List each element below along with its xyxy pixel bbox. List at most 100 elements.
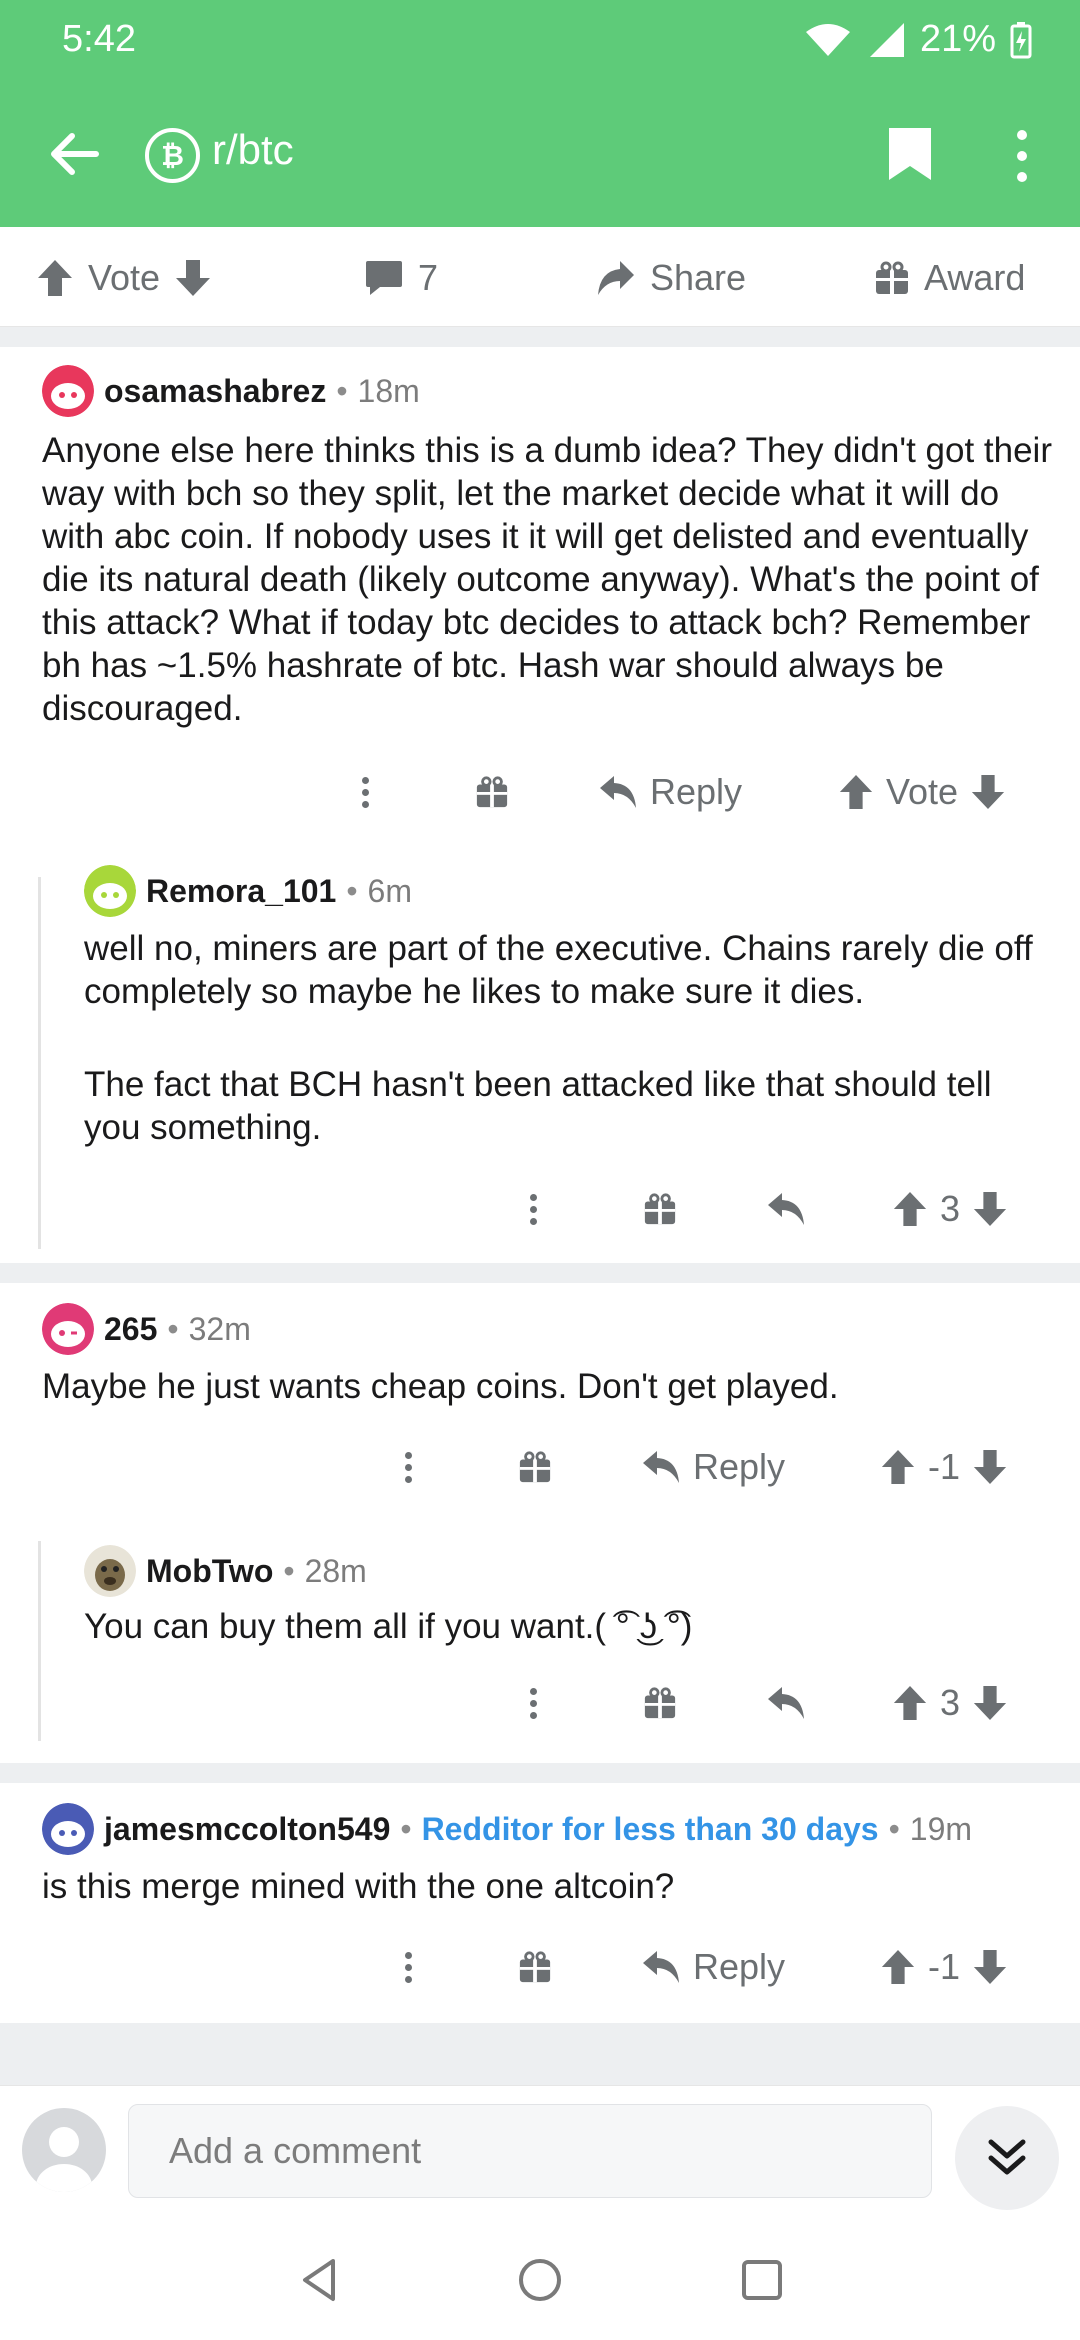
- upvote-icon[interactable]: [892, 1684, 928, 1722]
- award-button[interactable]: [518, 1437, 552, 1497]
- avatar[interactable]: [42, 365, 94, 417]
- downvote-icon[interactable]: [970, 773, 1006, 811]
- award-button[interactable]: [518, 1937, 552, 1997]
- nav-home-icon[interactable]: [515, 2255, 565, 2305]
- nav-back-icon[interactable]: [295, 2255, 345, 2305]
- comment-age: 18m: [357, 372, 420, 409]
- avatar[interactable]: [42, 1803, 94, 1855]
- reply-button[interactable]: Reply: [641, 1937, 785, 1997]
- separator-dot: •: [888, 1810, 900, 1847]
- user-avatar[interactable]: [22, 2108, 106, 2192]
- username[interactable]: jamesmccolton549: [104, 1811, 390, 1848]
- upvote-icon[interactable]: [36, 258, 74, 298]
- jump-down-button[interactable]: [955, 2106, 1059, 2210]
- separator-dot: •: [283, 1552, 295, 1589]
- comment-body: You can buy them all if you want.( ͡° ͜ʖ…: [84, 1607, 693, 1646]
- more-icon[interactable]: [405, 1437, 412, 1497]
- comment-header: osamashabrez • 18m: [42, 365, 420, 417]
- comment-vote: -1: [880, 1937, 1008, 1997]
- section-divider: [0, 1263, 1080, 1283]
- comment: 265 • 32m Maybe he just wants cheap coin…: [0, 1283, 1080, 1763]
- comment: osamashabrez • 18m Anyone else here thin…: [0, 347, 1080, 1265]
- comment-header: 265 • 32m: [42, 1303, 251, 1355]
- award-button[interactable]: [643, 1673, 677, 1733]
- avatar[interactable]: [84, 1545, 136, 1597]
- more-icon[interactable]: [530, 1673, 537, 1733]
- comment-vote: Vote: [838, 762, 1006, 822]
- comment-body: The fact that BCH hasn't been attacked l…: [84, 1065, 992, 1147]
- default-avatar-icon: [36, 2127, 92, 2192]
- comment-compose-bar: Add a comment: [0, 2085, 1080, 2215]
- comment-body: is this merge mined with the one altcoin…: [42, 1867, 675, 1906]
- toolbar: ₿ r/btc: [0, 110, 1080, 200]
- more-icon[interactable]: [405, 1937, 412, 1997]
- reply-icon: [768, 1193, 804, 1225]
- section-divider: [0, 327, 1080, 347]
- downvote-icon[interactable]: [972, 1948, 1008, 1986]
- downvote-icon[interactable]: [174, 258, 212, 298]
- upvote-icon[interactable]: [880, 1448, 916, 1486]
- status-bar: 5:42 21%: [0, 0, 1080, 80]
- comment-actions: Reply -1: [0, 1937, 1080, 1997]
- upvote-icon[interactable]: [892, 1190, 928, 1228]
- downvote-icon[interactable]: [972, 1448, 1008, 1486]
- comment-header: MobTwo • 28m: [84, 1545, 367, 1597]
- reply-icon: [643, 1951, 679, 1983]
- reply-label: Reply: [693, 1946, 786, 1987]
- status-time: 5:42: [62, 18, 136, 60]
- username[interactable]: osamashabrez: [104, 373, 326, 410]
- subreddit-icon[interactable]: ₿: [145, 128, 200, 183]
- upvote-icon[interactable]: [838, 773, 874, 811]
- comment-icon: [366, 261, 402, 295]
- gift-icon: [519, 1951, 551, 1983]
- subreddit-name[interactable]: r/btc: [212, 126, 294, 174]
- user-flair: Redditor for less than 30 days: [421, 1810, 879, 1847]
- section-divider: [0, 2023, 1080, 2085]
- comment-actions: 3: [0, 1673, 1080, 1733]
- award-button[interactable]: [475, 762, 509, 822]
- post-vote-label: Vote: [88, 257, 161, 298]
- username[interactable]: MobTwo: [146, 1553, 273, 1590]
- gift-icon: [519, 1451, 551, 1483]
- more-options-icon[interactable]: [1000, 124, 1044, 188]
- reply-icon: [768, 1687, 804, 1719]
- add-comment-input[interactable]: Add a comment: [128, 2104, 932, 2198]
- username[interactable]: Remora_101: [146, 873, 336, 910]
- share-label: Share: [650, 257, 747, 298]
- award-button[interactable]: [643, 1179, 677, 1239]
- username[interactable]: 265: [104, 1311, 157, 1348]
- reply-button[interactable]: [766, 1179, 806, 1239]
- comment-vote: 3: [892, 1179, 1008, 1239]
- award-button[interactable]: Award: [874, 257, 1025, 299]
- gift-icon: [476, 776, 508, 808]
- comments-button[interactable]: 7: [364, 257, 438, 299]
- reply-label: Reply: [650, 771, 743, 812]
- award-label: Award: [924, 257, 1026, 298]
- reply-icon: [600, 776, 636, 808]
- back-arrow-icon[interactable]: [44, 124, 104, 184]
- reply-button[interactable]: [766, 1673, 806, 1733]
- reply-button[interactable]: Reply: [641, 1437, 785, 1497]
- status-icons: 21%: [804, 18, 1032, 61]
- avatar[interactable]: [84, 865, 136, 917]
- share-icon: [598, 261, 634, 295]
- more-icon[interactable]: [362, 762, 369, 822]
- comment-actions: Reply Vote: [0, 762, 1080, 822]
- post-action-bar: Vote 7 Share Award: [0, 227, 1080, 327]
- comment-age: 32m: [188, 1310, 251, 1347]
- bookmark-icon[interactable]: [885, 124, 935, 184]
- nav-recents-icon[interactable]: [737, 2255, 787, 2305]
- comment-body: well no, miners are part of the executiv…: [84, 929, 1033, 1011]
- comment-header: jamesmccolton549 • Redditor for less tha…: [42, 1803, 972, 1855]
- upvote-icon[interactable]: [880, 1948, 916, 1986]
- downvote-icon[interactable]: [972, 1190, 1008, 1228]
- reply-button[interactable]: Reply: [598, 762, 742, 822]
- separator-dot: •: [346, 872, 358, 909]
- separator-dot: •: [167, 1310, 179, 1347]
- more-icon[interactable]: [530, 1179, 537, 1239]
- avatar[interactable]: [42, 1303, 94, 1355]
- gift-icon: [644, 1687, 676, 1719]
- downvote-icon[interactable]: [972, 1684, 1008, 1722]
- share-button[interactable]: Share: [594, 257, 746, 299]
- gift-icon: [644, 1193, 676, 1225]
